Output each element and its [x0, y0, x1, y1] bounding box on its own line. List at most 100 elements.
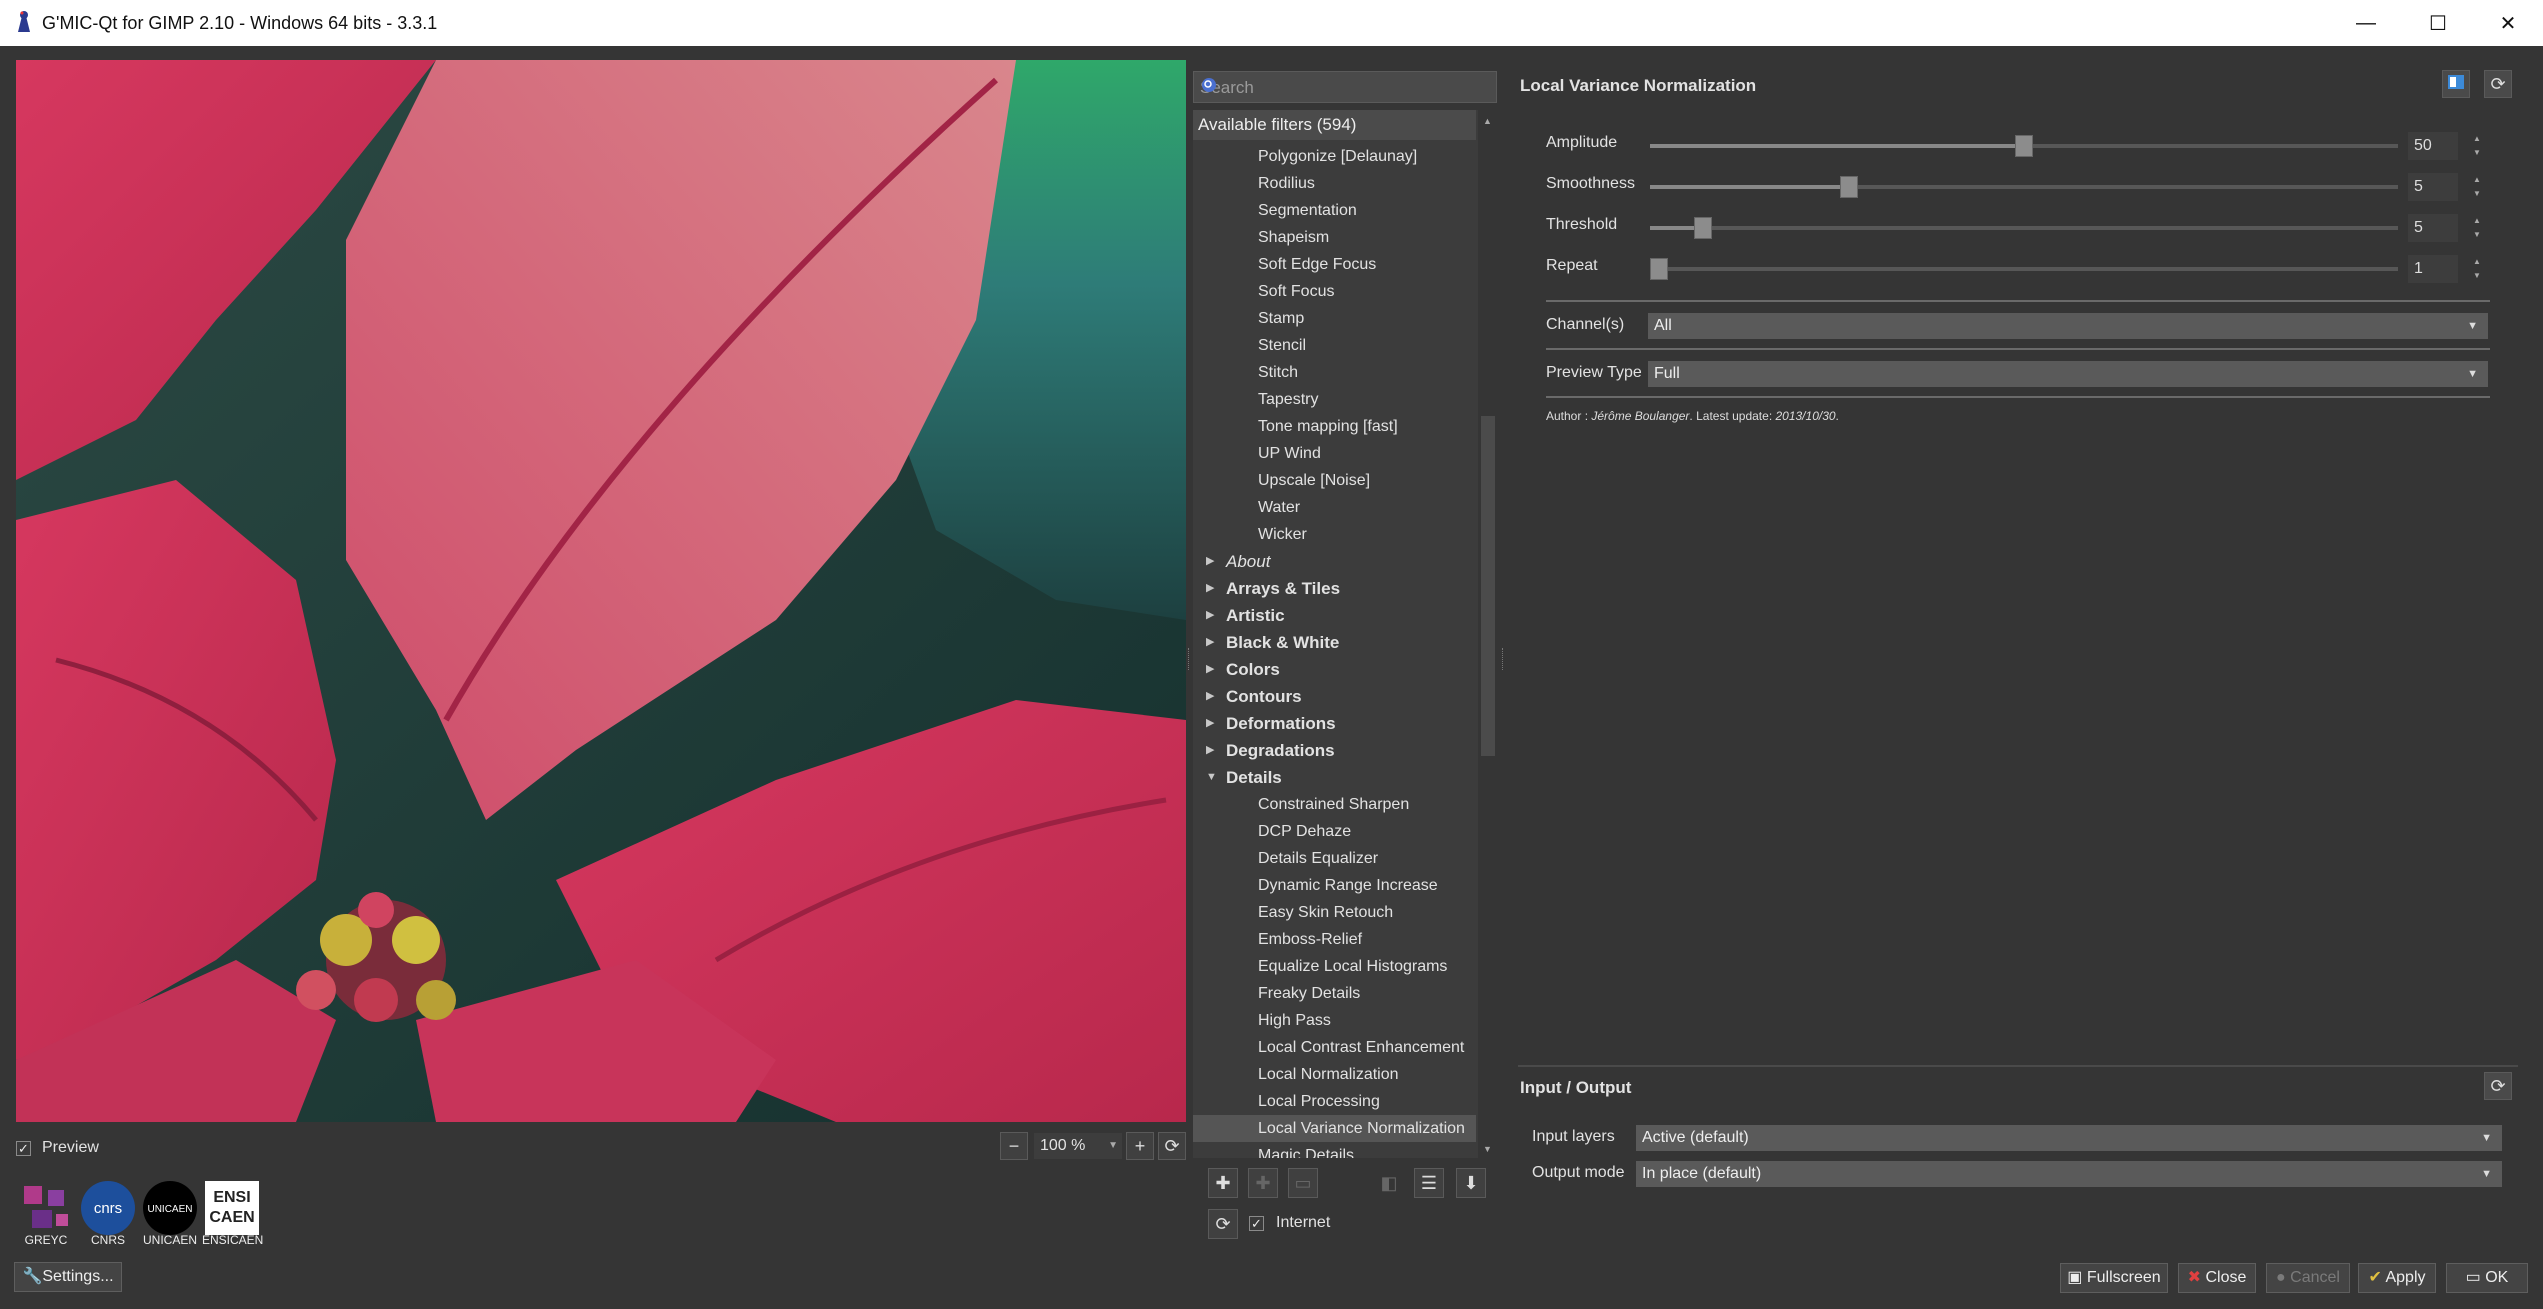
filter-item[interactable]: Equalize Local Histograms: [1193, 953, 1476, 980]
param-slider[interactable]: [1650, 217, 2398, 239]
filter-category[interactable]: ▶ Colors: [1193, 656, 1476, 683]
filter-category[interactable]: ▶ About: [1193, 548, 1476, 575]
chevron-right-icon[interactable]: ▶: [1206, 710, 1214, 737]
filter-category[interactable]: ▶ Black & White: [1193, 629, 1476, 656]
filter-category[interactable]: ▶ Deformations: [1193, 710, 1476, 737]
filter-item[interactable]: Freaky Details: [1193, 980, 1476, 1007]
maximize-button[interactable]: ☐: [2404, 0, 2472, 46]
filter-item[interactable]: Easy Skin Retouch: [1193, 899, 1476, 926]
chevron-down-icon[interactable]: ▼: [1206, 764, 1217, 791]
zoom-out-icon[interactable]: −: [1000, 1132, 1028, 1160]
filter-item[interactable]: Polygonize [Delaunay]: [1193, 143, 1476, 170]
scroll-down-icon[interactable]: ▼: [1483, 1144, 1492, 1154]
filter-item[interactable]: Magic Details: [1193, 1142, 1476, 1158]
add-fave-icon[interactable]: ✚: [1208, 1168, 1238, 1198]
preview-splitter-handle[interactable]: [1188, 648, 1193, 670]
chevron-right-icon[interactable]: ▶: [1206, 629, 1214, 656]
selection-mode-icon[interactable]: ☰: [1414, 1168, 1444, 1198]
filter-item[interactable]: Emboss-Relief: [1193, 926, 1476, 953]
filter-category[interactable]: ▶ Contours: [1193, 683, 1476, 710]
filter-item[interactable]: Soft Focus: [1193, 278, 1476, 305]
param-slider[interactable]: [1650, 135, 2398, 157]
spin-arrows-icon[interactable]: ▲ ▼: [2468, 173, 2486, 201]
input-layers-select[interactable]: Active (default) ▼: [1636, 1125, 2502, 1151]
filter-category[interactable]: ▶ Artistic: [1193, 602, 1476, 629]
io-separator[interactable]: [1518, 1065, 2518, 1067]
chevron-right-icon[interactable]: ▶: [1206, 683, 1214, 710]
filter-item[interactable]: Constrained Sharpen: [1193, 791, 1476, 818]
filter-tree-scrollbar[interactable]: ▲ ▼: [1478, 110, 1498, 1158]
zoom-in-icon[interactable]: +: [1126, 1132, 1154, 1160]
param-slider[interactable]: [1650, 258, 2398, 280]
chevron-right-icon[interactable]: ▶: [1206, 602, 1214, 629]
internet-checkbox[interactable]: ✓: [1249, 1216, 1264, 1231]
filter-item[interactable]: Shapeism: [1193, 224, 1476, 251]
param-value-spinbox[interactable]: 5: [2408, 173, 2458, 201]
slider-handle[interactable]: [2015, 135, 2033, 157]
filter-item[interactable]: High Pass: [1193, 1007, 1476, 1034]
preview-image[interactable]: [16, 60, 1186, 1122]
slider-handle[interactable]: [1839, 176, 1858, 198]
ok-button[interactable]: ▭ OK: [2446, 1263, 2528, 1293]
filter-item[interactable]: UP Wind: [1193, 440, 1476, 467]
filter-item[interactable]: Local Normalization: [1193, 1061, 1476, 1088]
param-value-spinbox[interactable]: 50: [2408, 132, 2458, 160]
output-mode-select[interactable]: In place (default) ▼: [1636, 1161, 2502, 1187]
filter-item[interactable]: Tone mapping [fast]: [1193, 413, 1476, 440]
refresh-preview-icon[interactable]: ⟳: [1158, 1132, 1186, 1160]
minimize-button[interactable]: —: [2332, 0, 2400, 46]
rename-fave-icon[interactable]: ▭: [1288, 1168, 1318, 1198]
spin-arrows-icon[interactable]: ▲ ▼: [2468, 132, 2486, 160]
expand-collapse-icon[interactable]: ⬇: [1456, 1168, 1486, 1198]
scroll-up-icon[interactable]: ▲: [1483, 116, 1492, 126]
preview-type-select[interactable]: Full ▼: [1648, 361, 2488, 387]
filter-item[interactable]: DCP Dehaze: [1193, 818, 1476, 845]
spin-arrows-icon[interactable]: ▲ ▼: [2468, 255, 2486, 283]
filter-item[interactable]: Rodilius: [1193, 170, 1476, 197]
filter-category[interactable]: ▶ Degradations: [1193, 737, 1476, 764]
zoom-level-field[interactable]: 100 % ▼: [1034, 1133, 1122, 1159]
filter-item[interactable]: Tapestry: [1193, 386, 1476, 413]
slider-handle[interactable]: [1650, 258, 1668, 280]
settings-button[interactable]: 🔧Settings...: [14, 1262, 122, 1292]
visibility-icon[interactable]: ◧: [1374, 1168, 1404, 1198]
close-button[interactable]: ✖ Close: [2178, 1263, 2256, 1293]
reset-params-icon[interactable]: ⟳: [2484, 70, 2512, 98]
filter-item[interactable]: Local Contrast Enhancement: [1193, 1034, 1476, 1061]
filter-item[interactable]: Upscale [Noise]: [1193, 467, 1476, 494]
chevron-right-icon[interactable]: ▶: [1206, 548, 1214, 575]
update-filters-icon[interactable]: ⟳: [1208, 1209, 1238, 1239]
filter-category[interactable]: ▶ Arrays & Tiles: [1193, 575, 1476, 602]
param-value-spinbox[interactable]: 5: [2408, 214, 2458, 242]
chevron-right-icon[interactable]: ▶: [1206, 656, 1214, 683]
filter-item[interactable]: Soft Edge Focus: [1193, 251, 1476, 278]
search-input[interactable]: Search: [1193, 71, 1497, 103]
filter-category[interactable]: ▼ Details: [1193, 764, 1476, 791]
filter-tree-scroll-thumb[interactable]: [1481, 416, 1495, 756]
filter-item[interactable]: Stitch: [1193, 359, 1476, 386]
param-slider[interactable]: [1650, 176, 2398, 198]
slider-handle[interactable]: [1693, 217, 1712, 239]
filter-item[interactable]: Local Variance Normalization: [1193, 1115, 1476, 1142]
chevron-right-icon[interactable]: ▶: [1206, 575, 1214, 602]
filter-item[interactable]: Water: [1193, 494, 1476, 521]
filter-item[interactable]: Local Processing: [1193, 1088, 1476, 1115]
apply-button[interactable]: ✔ Apply: [2358, 1263, 2436, 1293]
filter-item[interactable]: Details Equalizer: [1193, 845, 1476, 872]
preview-checkbox[interactable]: ✓: [16, 1141, 31, 1156]
filter-link-icon[interactable]: [2442, 70, 2470, 98]
spin-arrows-icon[interactable]: ▲ ▼: [2468, 214, 2486, 242]
reset-io-icon[interactable]: ⟳: [2484, 1072, 2512, 1100]
filter-tree[interactable]: Available filters (594) Polygonize [Dela…: [1193, 110, 1498, 1158]
cancel-button[interactable]: ● Cancel: [2266, 1263, 2350, 1293]
filter-item[interactable]: Stencil: [1193, 332, 1476, 359]
filter-item[interactable]: Dynamic Range Increase: [1193, 872, 1476, 899]
filter-item[interactable]: Wicker: [1193, 521, 1476, 548]
fullscreen-button[interactable]: ▣ Fullscreen: [2060, 1263, 2168, 1293]
filter-item[interactable]: Segmentation: [1193, 197, 1476, 224]
remove-fave-icon[interactable]: ✚: [1248, 1168, 1278, 1198]
splitter-handle[interactable]: [1502, 648, 1507, 670]
channels-select[interactable]: All ▼: [1648, 313, 2488, 339]
close-window-button[interactable]: ✕: [2474, 0, 2542, 46]
filter-item[interactable]: Stamp: [1193, 305, 1476, 332]
